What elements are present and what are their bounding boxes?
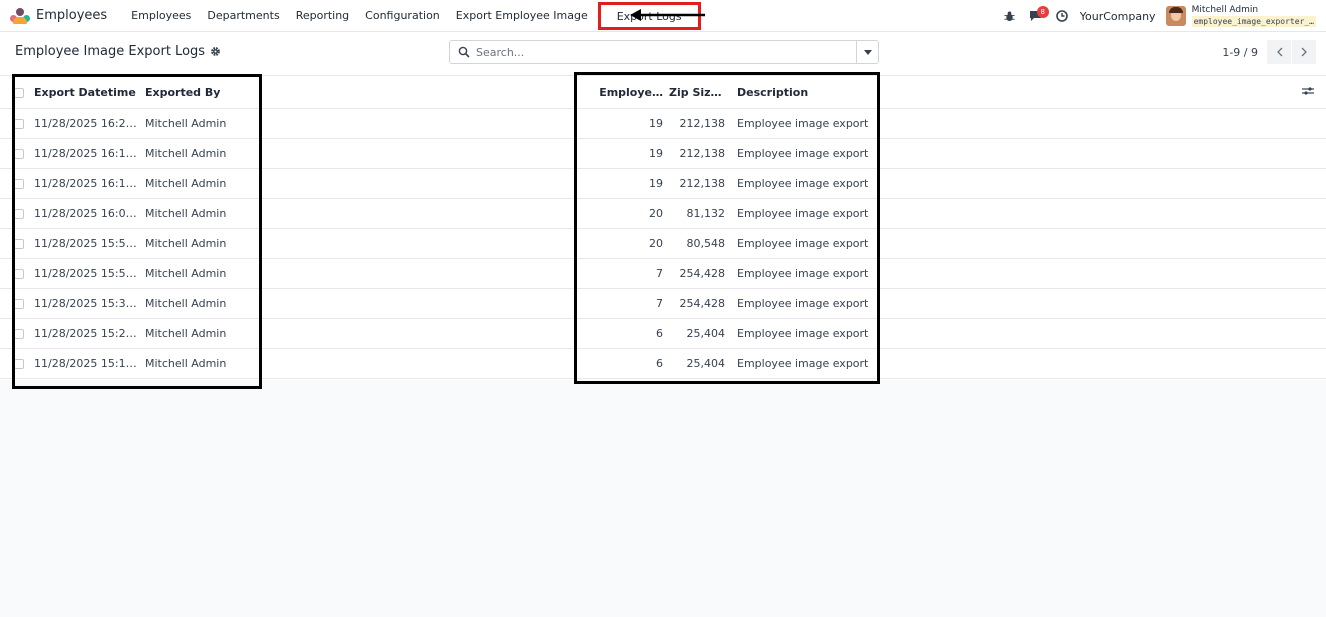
bug-icon[interactable] (1002, 8, 1018, 24)
search-icon (458, 46, 470, 58)
user-info: Mitchell Admin employee_image_exporter_… (1191, 5, 1316, 27)
cell-spacer (1302, 108, 1326, 139)
empty-area (0, 380, 1326, 617)
gear-icon[interactable] (210, 46, 221, 57)
cell-spacer (1302, 318, 1326, 349)
menu-export-employee-image[interactable]: Export Employee Image (448, 9, 596, 22)
cell-spacer (1302, 348, 1326, 379)
employees-app-icon (10, 7, 30, 24)
menu-departments[interactable]: Departments (199, 9, 287, 22)
app-name: Employees (36, 8, 108, 23)
database-name: employee_image_exporter_… (1191, 16, 1316, 27)
menu-employees[interactable]: Employees (123, 9, 199, 22)
menu-reporting[interactable]: Reporting (288, 9, 357, 22)
page-title: Employee Image Export Logs (15, 44, 206, 59)
cell-spacer (1302, 258, 1326, 289)
cell-spacer (1302, 198, 1326, 229)
caret-down-icon (863, 49, 872, 55)
pager-next-button[interactable] (1292, 40, 1316, 64)
column-options-icon[interactable] (1302, 86, 1314, 96)
annotation-box-left (12, 74, 262, 389)
control-panel: Employee Image Export Logs 1-9 / 9 (0, 32, 1326, 76)
chevron-right-icon (1301, 47, 1307, 57)
avatar (1165, 6, 1186, 26)
cell-spacer (1302, 138, 1326, 169)
pager: 1-9 / 9 (1222, 40, 1316, 64)
search-input[interactable] (476, 45, 856, 59)
search-options-toggle[interactable] (856, 41, 878, 63)
user-menu[interactable]: Mitchell Admin employee_image_exporter_… (1165, 5, 1316, 27)
user-name: Mitchell Admin (1191, 5, 1259, 15)
column-options-cell (1302, 77, 1326, 109)
clock-icon[interactable] (1054, 8, 1070, 24)
top-navbar: Employees Employees Departments Reportin… (0, 0, 1326, 32)
page-title-wrap: Employee Image Export Logs (15, 44, 221, 59)
chevron-left-icon (1276, 47, 1282, 57)
company-switcher[interactable]: YourCompany (1080, 10, 1156, 23)
annotation-box-right (574, 72, 880, 384)
search-bar (449, 40, 879, 64)
cell-spacer (1302, 168, 1326, 199)
main-menu: Employees Departments Reporting Configur… (123, 1, 701, 30)
cell-spacer (1302, 228, 1326, 259)
pager-previous-button[interactable] (1267, 40, 1291, 64)
arrow-left-icon (630, 9, 705, 21)
app-brand[interactable]: Employees (0, 7, 108, 24)
chat-icon[interactable]: 8 (1028, 6, 1049, 24)
navbar-systray: 8 YourCompany Mitchell Admin employee_im… (992, 0, 1316, 32)
messages-badge: 8 (1036, 6, 1049, 18)
pager-value[interactable]: 1-9 / 9 (1222, 46, 1258, 59)
menu-configuration[interactable]: Configuration (357, 9, 448, 22)
cell-spacer (1302, 288, 1326, 319)
